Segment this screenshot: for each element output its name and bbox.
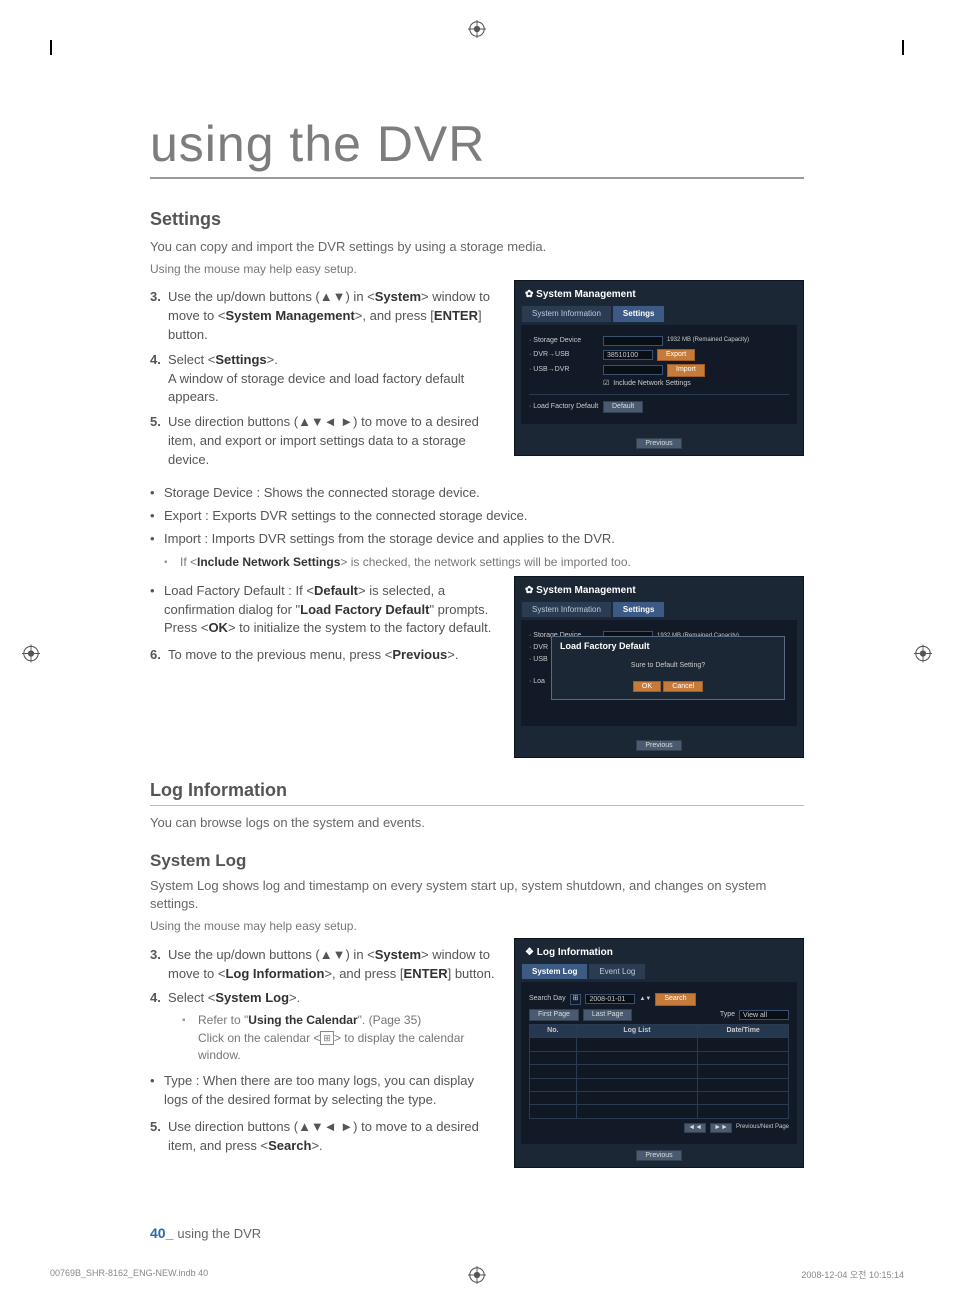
- bullet-import: Import : Imports DVR settings from the s…: [150, 530, 804, 549]
- col-date-time: Date/Time: [698, 1025, 789, 1038]
- storage-device-select[interactable]: [603, 336, 663, 346]
- default-button[interactable]: Default: [603, 401, 643, 413]
- registration-icon: [468, 20, 486, 43]
- col-no: No.: [530, 1025, 577, 1038]
- crop-mark: [50, 40, 52, 55]
- settings-intro-2: Using the mouse may help easy setup.: [150, 261, 804, 278]
- tab-system-information[interactable]: System Information: [521, 601, 612, 619]
- bullet-type: Type : When there are too many logs, you…: [150, 1072, 496, 1110]
- previous-button[interactable]: Previous: [636, 438, 681, 449]
- type-select[interactable]: View all: [739, 1010, 789, 1020]
- page-title: using the DVR: [150, 115, 804, 179]
- screenshot-load-factory-default: ✿ System Management System Information S…: [514, 576, 804, 758]
- tab-system-log[interactable]: System Log: [521, 963, 588, 981]
- dialog-title: Load Factory Default: [560, 641, 776, 652]
- heading-settings: Settings: [150, 209, 804, 230]
- export-button[interactable]: Export: [657, 349, 695, 361]
- tab-settings[interactable]: Settings: [612, 305, 666, 323]
- tab-system-information[interactable]: System Information: [521, 305, 612, 323]
- heading-log-information: Log Information: [150, 780, 804, 806]
- screenshot-system-management-settings: ✿ System Management System Information S…: [514, 280, 804, 456]
- bullet-factory-default: Load Factory Default : If <Default> is s…: [150, 582, 496, 639]
- page-footer: 40_using the DVR: [150, 1225, 261, 1241]
- crop-mark: [902, 40, 904, 55]
- calendar-icon: ⊞: [320, 1031, 334, 1045]
- first-page-button[interactable]: First Page: [529, 1009, 579, 1021]
- print-date: 2008-12-04 오전 10:15:14: [801, 1268, 904, 1281]
- spinner-icon[interactable]: ▲▼: [639, 996, 651, 1003]
- syslog-step-4: 4. Select <System Log>. Refer to "Using …: [150, 989, 496, 1064]
- search-day-input[interactable]: 2008-01-01: [585, 994, 635, 1004]
- last-page-button[interactable]: Last Page: [583, 1009, 633, 1021]
- settings-intro-1: You can copy and import the DVR settings…: [150, 238, 804, 257]
- log-intro: You can browse logs on the system and ev…: [150, 814, 804, 833]
- include-network-checkbox[interactable]: ☑: [603, 380, 609, 388]
- sub-include-network: If <Include Network Settings> is checked…: [164, 554, 804, 571]
- syslog-intro-1: System Log shows log and timestamp on ev…: [150, 877, 804, 915]
- diamond-icon: ❖: [525, 947, 534, 958]
- registration-icon: [22, 644, 40, 667]
- bullet-export: Export : Exports DVR settings to the con…: [150, 507, 804, 526]
- calendar-icon[interactable]: ⊞: [570, 994, 582, 1004]
- syslog-intro-2: Using the mouse may help easy setup.: [150, 918, 804, 935]
- step-3: 3. Use the up/down buttons (▲▼) in <Syst…: [150, 288, 496, 345]
- step-4: 4. Select <Settings>. A window of storag…: [150, 351, 496, 408]
- step-5: 5. Use direction buttons (▲▼◄ ►) to move…: [150, 413, 496, 470]
- syslog-step-3: 3. Use the up/down buttons (▲▼) in <Syst…: [150, 946, 496, 984]
- previous-button[interactable]: Previous: [636, 740, 681, 751]
- bullet-storage: Storage Device : Shows the connected sto…: [150, 484, 804, 503]
- step-6: 6. To move to the previous menu, press <…: [150, 646, 496, 665]
- print-file: 00769B_SHR-8162_ENG-NEW.indb 40: [50, 1268, 208, 1281]
- ok-button[interactable]: OK: [633, 681, 661, 692]
- heading-system-log: System Log: [150, 851, 804, 871]
- gear-icon: ✿: [525, 585, 533, 596]
- col-log-list: Log List: [576, 1025, 698, 1038]
- dialog-message: Sure to Default Setting?: [560, 662, 776, 670]
- gear-icon: ✿: [525, 289, 533, 300]
- syslog-step-5: 5. Use direction buttons (▲▼◄ ►) to move…: [150, 1118, 496, 1156]
- dvr-usb-input[interactable]: 38510100: [603, 350, 653, 360]
- next-page-icon[interactable]: ►►: [710, 1123, 732, 1133]
- import-button[interactable]: Import: [667, 364, 705, 376]
- screenshot-log-information: ❖ Log Information System Log Event Log S…: [514, 938, 804, 1168]
- search-button[interactable]: Search: [655, 993, 695, 1005]
- tab-event-log[interactable]: Event Log: [588, 963, 646, 981]
- prev-page-icon[interactable]: ◄◄: [684, 1123, 706, 1133]
- syslog-sub-a: Refer to "Using the Calendar". (Page 35)…: [182, 1012, 496, 1064]
- previous-button[interactable]: Previous: [636, 1150, 681, 1161]
- registration-icon: [914, 644, 932, 667]
- tab-settings[interactable]: Settings: [612, 601, 666, 619]
- log-table: No.Log ListDate/Time: [529, 1024, 789, 1119]
- cancel-button[interactable]: Cancel: [663, 681, 703, 692]
- usb-dvr-select[interactable]: [603, 365, 663, 375]
